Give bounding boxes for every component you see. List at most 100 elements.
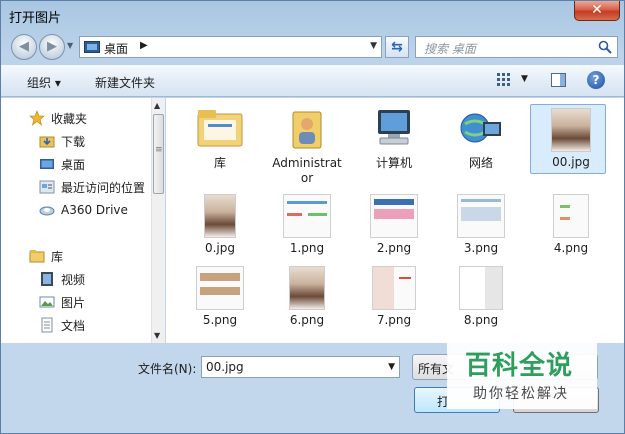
forward-button[interactable]: ▶ — [39, 34, 65, 60]
close-button[interactable]: ✕ — [574, 1, 620, 21]
file-item-computer[interactable]: 计算机 — [357, 106, 431, 171]
search-placeholder: 搜索 桌面 — [424, 42, 476, 56]
new-folder-button[interactable]: 新建文件夹 — [95, 74, 155, 91]
file-name: 7.png — [376, 313, 412, 327]
file-item-library[interactable]: 库 — [183, 106, 257, 171]
watermark: 百科全说 助你轻松解决 — [447, 339, 597, 409]
file-name: 3.png — [463, 241, 499, 255]
sidebar-item-favorites[interactable]: 收藏夹 — [29, 108, 87, 128]
thumbnail-bar — [399, 277, 411, 279]
pictures-icon — [39, 296, 55, 308]
documents-icon — [41, 317, 53, 333]
breadcrumb-chevron-icon[interactable]: ▶ — [140, 40, 148, 51]
filename-label: 文件名(N): — [138, 362, 197, 376]
image-thumbnail — [553, 194, 589, 238]
file-item-7-png[interactable]: 7.png — [357, 266, 431, 328]
chevron-down-icon[interactable]: ▼ — [388, 362, 395, 372]
sidebar-item-label: 下载 — [61, 134, 86, 149]
file-item-8-png[interactable]: 8.png — [444, 266, 518, 328]
image-thumbnail — [204, 194, 236, 238]
thumbnail-bar — [461, 199, 501, 202]
sidebar-item-label: A360 Drive — [61, 203, 128, 217]
scrollbar-thumb[interactable] — [153, 114, 164, 194]
sidebar-item-label: 视频 — [61, 272, 86, 287]
address-dropdown-icon[interactable]: ▼ — [370, 41, 377, 51]
file-name: 2.png — [376, 241, 412, 255]
recent-places-icon — [39, 180, 55, 194]
address-path[interactable]: 桌面 — [104, 40, 128, 57]
sidebar-item-libraries[interactable]: 库 — [29, 246, 63, 266]
view-options-icon[interactable] — [497, 73, 511, 87]
sidebar-item-a360-drive[interactable]: A360 Drive — [39, 200, 128, 220]
recent-pages-dropdown-icon[interactable]: ▼ — [67, 41, 73, 50]
watermark-subtitle: 助你轻松解决 — [473, 386, 569, 402]
sidebar-item-desktop[interactable]: 桌面 — [39, 154, 85, 174]
thumbnail-bar — [374, 209, 414, 219]
help-icon[interactable]: ? — [587, 71, 605, 89]
image-thumbnail — [459, 266, 503, 310]
image-thumbnail — [283, 194, 331, 238]
file-item-3-png[interactable]: 3.png — [444, 194, 518, 256]
image-thumbnail — [372, 266, 416, 310]
sidebar-item-label: 桌面 — [61, 157, 86, 172]
organize-button[interactable]: 组织 ▾ — [27, 74, 61, 91]
file-name: 0.jpg — [204, 241, 236, 255]
desktop-icon — [84, 41, 100, 53]
file-item-4-png[interactable]: 4.png — [534, 194, 608, 256]
file-item-2-png[interactable]: 2.png — [357, 194, 431, 256]
back-button[interactable]: ◀ — [11, 34, 37, 60]
image-thumbnail — [370, 194, 418, 238]
network-icon — [460, 113, 501, 143]
image-thumbnail — [289, 266, 325, 310]
file-name: 00.jpg — [552, 155, 590, 169]
search-input[interactable]: 搜索 桌面 — [415, 36, 618, 58]
sidebar-item-label: 文档 — [61, 318, 86, 333]
sidebar-item-recent-places[interactable]: 最近访问的位置 — [39, 177, 145, 197]
computer-icon — [378, 110, 410, 145]
navigation-pane: 收藏夹 下载 桌面 最近访问的位置 A360 Drive 库 视频 图片 文档 — [1, 98, 165, 343]
open-image-dialog: 打开图片 ✕ ◀ ▶ ▼ 桌面 ▶ ▼ ⇆ 搜索 桌面 组织 ▾ 新建文件夹 ▼… — [0, 0, 625, 434]
file-item-network[interactable]: 网络 — [444, 106, 518, 171]
image-thumbnail — [457, 194, 505, 238]
thumbnail-bar — [200, 287, 240, 295]
preview-pane-icon[interactable] — [551, 73, 566, 87]
refresh-button[interactable]: ⇆ — [385, 36, 409, 58]
sidebar-item-downloads[interactable]: 下载 — [39, 131, 85, 151]
command-toolbar: 组织 ▾ 新建文件夹 ▼ ? — [1, 65, 624, 97]
scroll-down-icon[interactable]: ▼ — [154, 331, 160, 340]
thumbnail-bar — [560, 205, 570, 208]
file-item-administrator[interactable]: Administrator — [270, 106, 344, 186]
file-name: 8.png — [463, 313, 499, 327]
sidebar-item-pictures[interactable]: 图片 — [39, 292, 85, 312]
file-item-6-png[interactable]: 6.png — [270, 266, 344, 328]
scroll-up-icon[interactable]: ▲ — [154, 101, 160, 110]
file-name: 网络 — [468, 156, 493, 170]
sidebar-item-videos[interactable]: 视频 — [39, 269, 85, 289]
filename-field[interactable]: 00.jpg ▼ — [201, 356, 400, 378]
file-name: 计算机 — [375, 156, 412, 170]
library-folder-icon — [197, 110, 243, 147]
thumbnail-bar — [287, 201, 327, 204]
thumbnail-bar — [200, 273, 240, 281]
file-item-1-png[interactable]: 1.png — [270, 194, 344, 256]
file-name: 库 — [213, 156, 226, 170]
watermark-title: 百科全说 — [465, 351, 574, 381]
sidebar-item-label: 最近访问的位置 — [61, 180, 146, 195]
sidebar-item-documents[interactable]: 文档 — [39, 315, 85, 335]
thumbnail-bar — [461, 207, 501, 221]
view-dropdown-icon[interactable]: ▼ — [521, 74, 528, 84]
library-icon — [29, 250, 45, 263]
sidebar-item-label: 库 — [51, 249, 64, 264]
file-name: 6.png — [289, 313, 325, 327]
sidebar-scrollbar[interactable]: ▲ ▼ — [151, 98, 165, 343]
file-item-5-png[interactable]: 5.png — [183, 266, 257, 328]
thumbnail-bar — [308, 213, 327, 216]
thumbnail-bar — [287, 213, 302, 216]
sidebar-item-label: 图片 — [61, 295, 86, 310]
file-item-0-jpg[interactable]: 0.jpg — [183, 194, 257, 256]
sidebar-item-label: 收藏夹 — [51, 111, 88, 126]
file-item-00-jpg[interactable]: 00.jpg — [530, 104, 608, 174]
address-bar[interactable]: 桌面 ▶ ▼ — [79, 36, 382, 58]
filename-value[interactable]: 00.jpg — [206, 360, 244, 374]
search-icon[interactable] — [598, 40, 612, 54]
